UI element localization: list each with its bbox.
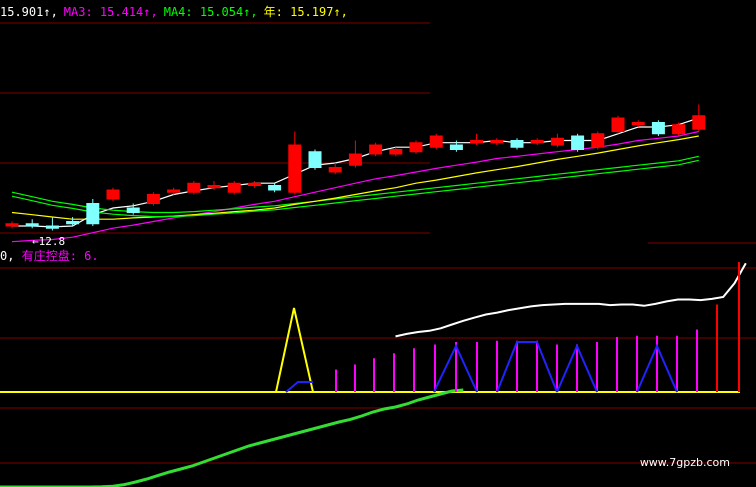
- candle-body: [328, 167, 342, 173]
- candle-body: [369, 144, 383, 155]
- candle-body: [146, 194, 160, 204]
- candle-body: [86, 203, 100, 225]
- blue-zigzag: [496, 341, 558, 393]
- sub-label: 有庄控盘: 6.: [21, 249, 99, 263]
- candle-body: [631, 122, 645, 126]
- candle-body: [550, 137, 564, 146]
- stock-chart: ←12.8 15.901↑, MA3: 15.414↑, MA4: 15.054↑,…: [0, 0, 756, 487]
- candle-body: [510, 140, 524, 148]
- candle-body: [227, 182, 241, 193]
- candle-body: [429, 135, 443, 148]
- candle-body: [268, 185, 282, 191]
- candle-body: [490, 140, 504, 144]
- candle-body: [25, 223, 39, 227]
- candle-body: [5, 223, 19, 227]
- candle-body: [187, 182, 201, 193]
- candle-body: [167, 189, 181, 193]
- candle-body: [389, 149, 403, 155]
- chart-canvas: ←12.8: [0, 22, 756, 487]
- blue-zigzag: [285, 381, 313, 393]
- candle-body: [672, 124, 686, 135]
- candle-body: [126, 207, 140, 213]
- candle-body: [45, 225, 59, 229]
- candle-body: [308, 151, 322, 168]
- candle-body: [247, 182, 261, 186]
- candle-body: [449, 144, 463, 150]
- ma4-value: MA4: 15.054↑,: [163, 5, 258, 19]
- candle-body: [591, 133, 605, 148]
- candle-body: [530, 140, 544, 144]
- candle-body: [692, 115, 706, 130]
- candle-body: [571, 135, 585, 150]
- candle-body: [409, 142, 423, 153]
- candle-body: [207, 185, 221, 189]
- candle-body: [651, 122, 665, 135]
- candle-body: [348, 153, 362, 166]
- ma2-value: 15.901↑,: [0, 5, 58, 19]
- candle-body: [470, 140, 484, 144]
- sub-prefix: 0,: [0, 249, 15, 263]
- candle-body: [66, 221, 80, 225]
- candle-body: [106, 189, 120, 200]
- candle-body: [288, 144, 302, 193]
- ma3-value: MA3: 15.414↑,: [63, 5, 158, 19]
- watermark: www.7gpzb.com: [639, 456, 730, 469]
- control-curve: [0, 388, 464, 487]
- indicator-header: 15.901↑, MA3: 15.414↑, MA4: 15.054↑, 年: 15.…: [0, 3, 354, 20]
- yellow-spike: [275, 307, 314, 393]
- year-ma-value: 年: 15.197↑,: [263, 5, 348, 19]
- sub-indicator-header: 0, 有庄控盘: 6.: [0, 247, 99, 264]
- candle-body: [611, 117, 625, 132]
- white-line: [395, 262, 747, 338]
